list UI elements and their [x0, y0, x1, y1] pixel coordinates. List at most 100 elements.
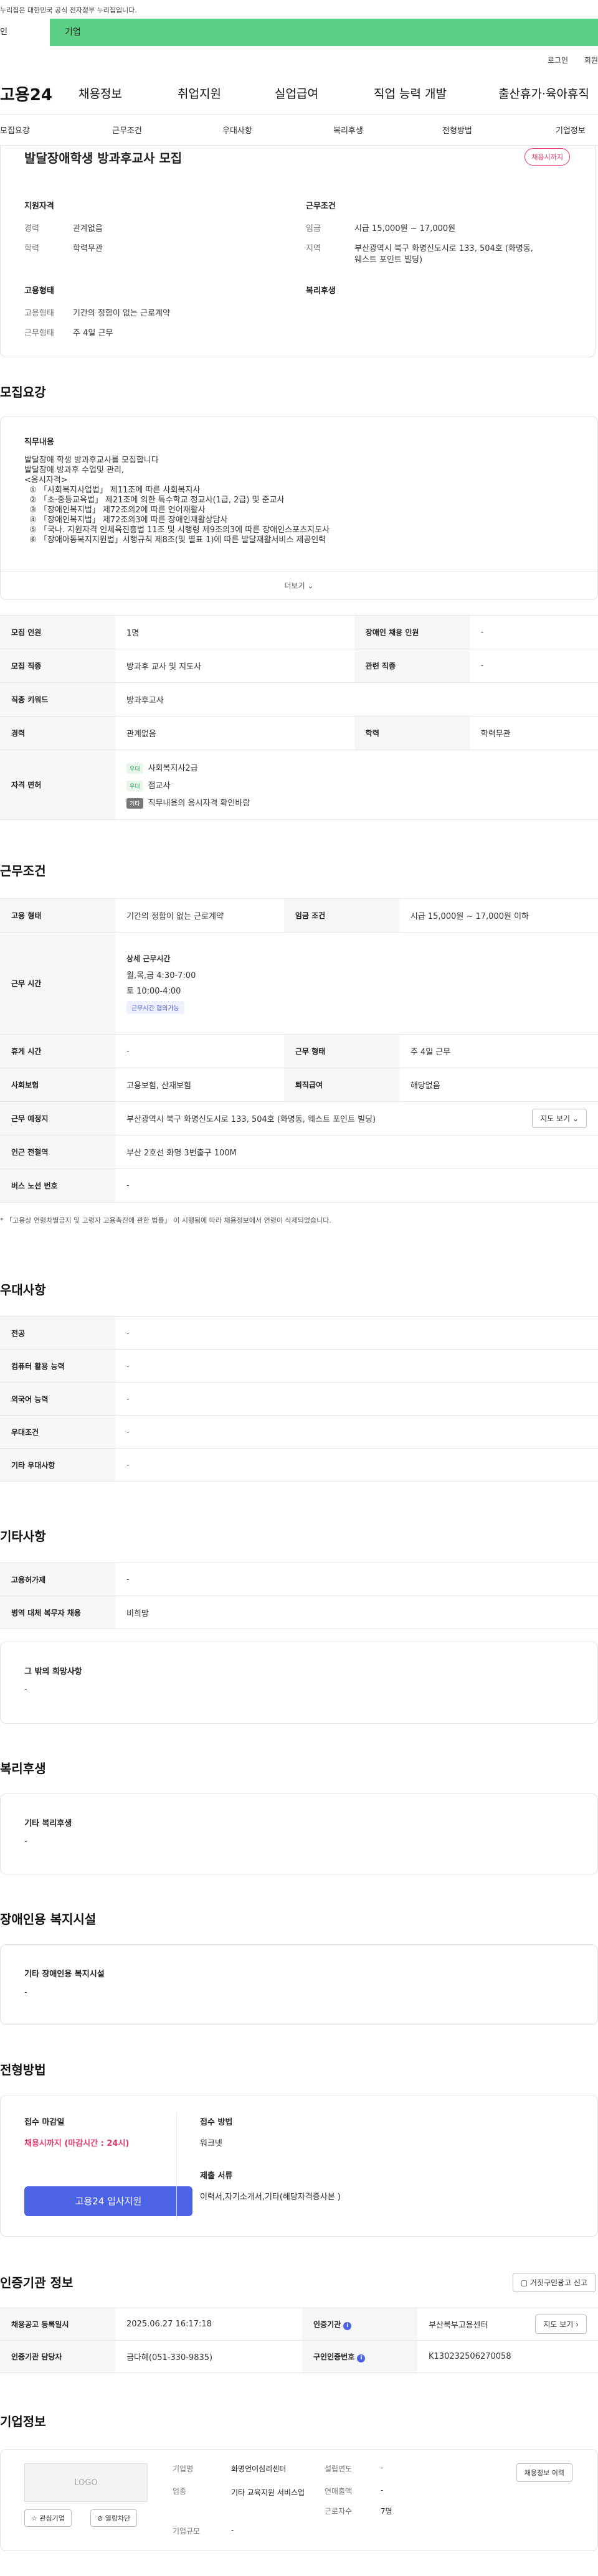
- gnb-menu-unemployment-benefit[interactable]: 실업급여: [275, 85, 318, 101]
- tab-individual[interactable]: 인: [0, 19, 50, 46]
- language-label: 외국어 능력: [0, 1382, 115, 1416]
- language-value: -: [115, 1382, 598, 1416]
- license-tag: 우대: [126, 780, 143, 791]
- block-label: 열람차단: [105, 2514, 131, 2522]
- bus-label: 버스 노선 번호: [0, 1168, 115, 1203]
- wage-label: 임금 조건: [283, 898, 399, 933]
- map-button[interactable]: 지도 보기 ⌄: [532, 1109, 587, 1128]
- hours-line: 토 10:00-4:00: [126, 986, 181, 996]
- tab-welfare[interactable]: 복리후생: [333, 124, 363, 136]
- conditions-heading: 근무조건: [306, 202, 336, 211]
- related-job-value: -: [469, 649, 598, 683]
- industry-label: 업종: [173, 2487, 187, 2496]
- disabled-label: 장애인 채용 인원: [354, 615, 470, 649]
- agency-table: 채용공고 등록일시 2025.06.27 16:17:18 인증기관 i 부산북…: [0, 2308, 598, 2373]
- tab-preference[interactable]: 우대사항: [222, 124, 252, 136]
- insurance-value: 고용보험, 산재보험: [115, 1068, 284, 1102]
- tab-selection[interactable]: 전형방법: [442, 124, 472, 136]
- founded-value: -: [381, 2463, 384, 2472]
- company-logo: LOGO: [24, 2463, 148, 2502]
- gnb-menu-employment-support[interactable]: 취업지원: [178, 85, 221, 101]
- other-preference-value: -: [115, 1448, 598, 1482]
- deadline-value: 채용시까지 (마감시간 : 24시): [24, 2139, 130, 2148]
- career-value: 관계없음: [73, 224, 103, 233]
- work-info-table: 고용 형태 기간의 정함이 없는 근로계약 임금 조건 시급 15,000원 ~…: [0, 898, 598, 1203]
- gnb-menu-training[interactable]: 직업 능력 개발: [374, 85, 447, 101]
- gnb-menu-parental-leave[interactable]: 출산휴가·육아휴직: [498, 85, 589, 101]
- etc-table: 고용허가제 - 병역 대체 복무자 채용 비희망: [0, 1563, 598, 1629]
- hours-label: 근무 시간: [0, 932, 115, 1035]
- qualification-heading: 지원자격: [24, 202, 54, 211]
- duty-line: ⑤ 「국나. 지원자격 인체육진흥법 11조 및 시행령 제9조의3에 따른 장…: [24, 525, 330, 535]
- company-size-label: 기업규모: [173, 2527, 201, 2536]
- star-icon: ☆: [31, 2514, 37, 2522]
- agency-header: 인증기관 정보 ▢ 거짓구인광고 신고: [0, 2273, 598, 2295]
- facility-section-title: 장애인용 복지시설: [0, 1912, 97, 1927]
- job-history-button[interactable]: 채용정보 이력: [516, 2463, 572, 2482]
- apply-button[interactable]: 고용24 입사지원: [24, 2186, 192, 2216]
- other-wish-heading: 그 밖의 희망사항: [24, 1667, 82, 1676]
- docs-value: 이력서,자기소개서,기타(해당자격증사본 ): [200, 2193, 341, 2202]
- preference-condition-value: -: [115, 1415, 598, 1449]
- shift-label: 근무 형태: [283, 1034, 399, 1068]
- site-logo[interactable]: 고용24: [0, 82, 81, 105]
- tab-business[interactable]: 기업: [50, 19, 598, 46]
- interest-company-button[interactable]: ☆ 관심기업: [24, 2509, 72, 2527]
- preference-condition-label: 우대조건: [0, 1415, 115, 1449]
- license-tag: 우대: [126, 763, 143, 774]
- headcount-value: 1명: [115, 615, 354, 649]
- shift-value: 주 4일 근무: [399, 1034, 598, 1068]
- agency-org-value: 부산북부고용센터: [429, 2321, 488, 2330]
- selection-card: 접수 마감일 채용시까지 (마감시간 : 24시) 고용24 입사지원 접수 방…: [0, 2095, 598, 2237]
- agency-org-label-cell: 인증기관 i: [302, 2308, 417, 2341]
- employment-type-value: 기간의 정함이 없는 근로계약: [73, 309, 170, 318]
- industry-value: 기타 교육지원 서비스업: [231, 2488, 305, 2497]
- tab-company[interactable]: 기업정보: [556, 124, 586, 136]
- duty-line: ② 「초·중등교육법」 제21조에 의한 특수학교 정교사(1급, 2급) 및 …: [24, 496, 285, 505]
- agency-org-cell: 부산북부고용센터 지도 보기 ›: [417, 2308, 598, 2341]
- government-notice: 누리집은 대한민국 공식 전자정부 누리집입니다.: [0, 6, 137, 14]
- bus-value: -: [115, 1168, 598, 1203]
- block-view-button[interactable]: ⊘ 열람차단: [90, 2509, 138, 2527]
- report-false-ad-button[interactable]: ▢ 거짓구인광고 신고: [512, 2273, 596, 2292]
- military-label: 병역 대체 복무자 채용: [0, 1596, 115, 1629]
- manager-label: 인증기관 담당자: [0, 2340, 115, 2373]
- license-tag: 기타: [126, 797, 143, 809]
- company-name-label: 기업명: [173, 2465, 194, 2473]
- severance-label: 퇴직급여: [283, 1068, 399, 1102]
- major-label: 전공: [0, 1316, 115, 1350]
- login-link[interactable]: 로그인: [548, 56, 568, 65]
- gnb-menu-jobs[interactable]: 채용정보: [78, 85, 122, 101]
- employees-label: 근로자수: [325, 2507, 353, 2516]
- age-notice-text: 「고용상 연령차별금지 및 고령자 고용촉진에 관한 법률」 이 시행됨에 따라…: [6, 1216, 331, 1225]
- chevron-down-icon: ⌄: [572, 1114, 579, 1123]
- other-preference-label: 기타 우대사항: [0, 1448, 115, 1482]
- more-button[interactable]: 더보기 ⌄: [1, 571, 597, 599]
- company-name-value: 화명언어심리센터: [231, 2465, 287, 2473]
- reg-date-value: 2025.06.27 16:17:18: [115, 2308, 302, 2341]
- global-nav: 고용24 채용정보 취업지원 실업급여 직업 능력 개발 출산휴가·육아휴직: [0, 70, 598, 115]
- education-key: 학력: [24, 244, 39, 253]
- agency-map-button[interactable]: 지도 보기 ›: [535, 2315, 587, 2334]
- info-icon[interactable]: i: [357, 2354, 366, 2362]
- founded-label: 설립연도: [325, 2465, 353, 2473]
- license-list: 우대 사회복지사2급 우대 점교사 기타 직무내용의 응시자격 확인바람: [115, 750, 598, 820]
- docs-label: 제출 서류: [200, 2171, 233, 2181]
- major-value: -: [115, 1316, 598, 1350]
- recruit-info-table: 모집 인원 1명 장애인 채용 인원 - 모집 직종 방과후 교사 및 지도사 …: [0, 615, 598, 820]
- employees-value: 7명: [381, 2507, 392, 2516]
- job-type-label: 모집 직종: [0, 649, 115, 683]
- job-title: 발달장애학생 방과후교사 모집: [24, 151, 183, 166]
- career-label: 경력: [0, 716, 115, 750]
- insurance-label: 사회보험: [0, 1068, 115, 1102]
- signup-link[interactable]: 회원: [584, 56, 598, 65]
- subway-value: 부산 2호선 화명 3번출구 100M: [115, 1135, 598, 1169]
- welfare-section-title: 복리후생: [0, 1761, 46, 1776]
- other-wish-card: 그 밖의 희망사항 -: [0, 1642, 598, 1724]
- info-icon[interactable]: i: [343, 2321, 352, 2330]
- employment-block: 고용형태 고용형태 기간의 정함이 없는 근로계약 근무형태 주 4일 근무: [24, 284, 286, 348]
- tab-recruit[interactable]: 모집요강: [0, 124, 30, 136]
- tab-conditions[interactable]: 근무조건: [112, 124, 142, 136]
- duty-line: 발달장애 학생 방과후교사를 모집합니다: [24, 456, 159, 465]
- manager-value: 금다혜(051-330-9835): [115, 2340, 302, 2373]
